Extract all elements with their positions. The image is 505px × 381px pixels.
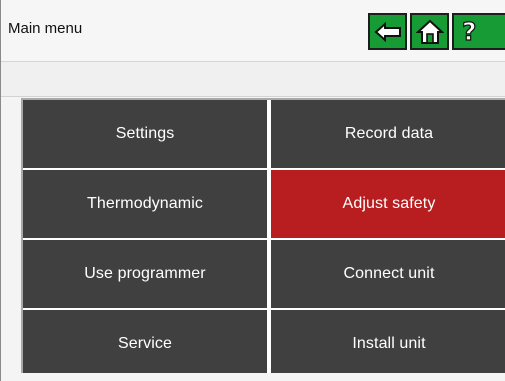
- record-data-button[interactable]: Record data: [271, 100, 505, 168]
- help-button[interactable]: ?: [452, 13, 505, 50]
- home-icon: [415, 19, 444, 44]
- arrow-left-icon: [373, 21, 401, 42]
- question-mark-icon: ?: [461, 16, 477, 46]
- install-unit-button[interactable]: Install unit: [271, 310, 505, 373]
- settings-button[interactable]: Settings: [23, 100, 267, 168]
- service-button[interactable]: Service: [23, 310, 267, 373]
- adjust-safety-button[interactable]: Adjust safety: [271, 170, 505, 238]
- thermodynamic-button[interactable]: Thermodynamic: [23, 170, 267, 238]
- page-title: Main menu: [8, 20, 83, 37]
- home-button[interactable]: [410, 13, 449, 50]
- header-bar: Main menu ?: [1, 0, 505, 62]
- sub-toolbar: [1, 62, 505, 97]
- back-button[interactable]: [368, 13, 407, 50]
- use-programmer-button[interactable]: Use programmer: [23, 240, 267, 308]
- main-menu-screen: Main menu ? Settings Record data Thermod…: [0, 0, 505, 381]
- menu-grid: Settings Record data Thermodynamic Adjus…: [21, 98, 505, 373]
- connect-unit-button[interactable]: Connect unit: [271, 240, 505, 308]
